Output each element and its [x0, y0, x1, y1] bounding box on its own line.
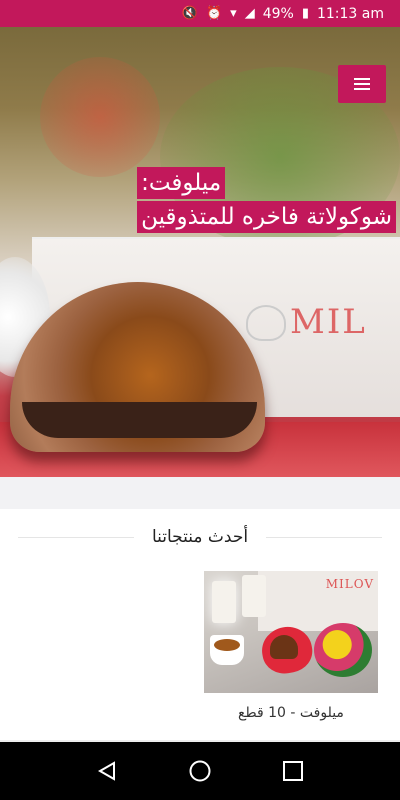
hero-title: ميلوفت: شوكولاتة فاخره للمتذوقين [137, 167, 396, 233]
battery-icon: ▮ [301, 6, 309, 21]
candle [212, 581, 236, 623]
navigation-bar [0, 742, 400, 800]
mute-icon: 🔇 [181, 6, 198, 21]
back-button[interactable] [93, 757, 121, 785]
section-spacer [0, 477, 400, 509]
product-card[interactable]: MILOV ميلوفت - 10 قطع [204, 571, 378, 721]
hero-title-line-1: ميلوفت: [137, 167, 226, 199]
recents-icon [283, 761, 304, 781]
menu-button[interactable] [338, 65, 386, 103]
chocolate-piece [270, 635, 298, 659]
background-blur [40, 57, 160, 177]
product-image[interactable]: MILOV [204, 571, 378, 693]
flowers [314, 623, 372, 677]
battery-percent: 49% [262, 5, 294, 22]
hamburger-icon [354, 78, 370, 90]
home-button[interactable] [186, 757, 214, 785]
product-box-brand: MILOV [325, 577, 374, 591]
divider-line [266, 536, 382, 538]
section-header: أحدث منتجاتنا [18, 525, 382, 549]
latest-products-section: أحدث منتجاتنا MILOV ميلوفت - 10 قطع [0, 509, 400, 741]
divider-line [18, 536, 134, 538]
section-title: أحدث منتجاتنا [151, 527, 249, 547]
recents-button[interactable] [279, 757, 307, 785]
chocolate-base [22, 402, 257, 438]
alarm-icon: ⏰ [205, 6, 223, 21]
hero-banner: MIL ميلوفت: شوكولاتة فاخره للمتذوقين [0, 27, 400, 477]
home-icon [189, 760, 211, 782]
back-icon [97, 761, 115, 781]
signal-icon: ◢ [244, 6, 255, 21]
tea [214, 639, 240, 651]
product-name[interactable]: ميلوفت - 10 قطع [204, 705, 378, 721]
hero-title-line-2: شوكولاتة فاخره للمتذوقين [137, 201, 396, 233]
box-brand-text: MIL [290, 302, 367, 342]
wifi-icon: ▾ [230, 6, 237, 21]
status-bar: 🔇 ⏰ ▾ ◢ 49% ▮ 11:13 am [0, 0, 400, 27]
clock: 11:13 am [316, 5, 384, 22]
box-heart-logo [246, 305, 286, 341]
candle [242, 575, 266, 617]
